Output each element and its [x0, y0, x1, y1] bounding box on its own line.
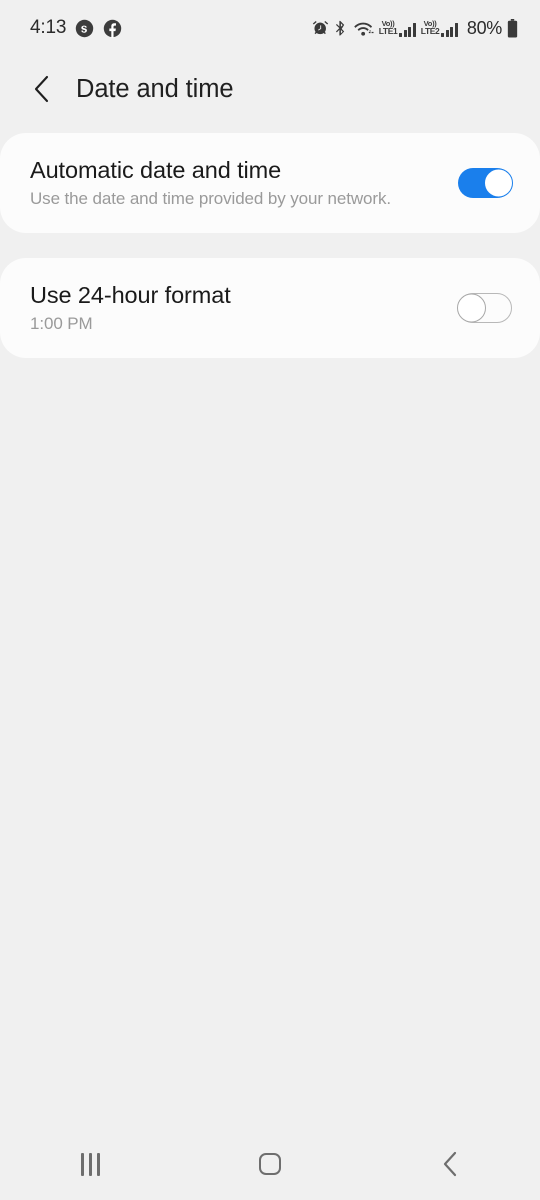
battery-percentage: 80% [466, 17, 502, 38]
sim2-volte-label: Vo)) LTE2 [420, 18, 440, 36]
page-header: Date and time [0, 56, 540, 122]
setting-title: Automatic date and time [30, 156, 282, 183]
setting-text-group: Use 24-hour format 1:00 PM [30, 266, 231, 350]
sim2-signal-indicator: Vo)) LTE2 [420, 18, 458, 37]
status-bar-right: Vo)) LTE1 Vo)) LTE2 80% [312, 18, 518, 39]
status-bar-left: 4:13 [30, 17, 122, 39]
home-glyph [259, 1153, 281, 1175]
setting-subtitle: 1:00 PM [30, 313, 93, 333]
wifi-calling-icon [353, 20, 374, 37]
back-chevron-icon[interactable] [28, 74, 54, 104]
home-icon[interactable] [230, 1138, 310, 1190]
toggle-use-24-hour-format[interactable] [457, 293, 512, 323]
skype-icon [75, 19, 94, 38]
setting-subtitle: Use the date and time provided by your n… [30, 188, 391, 208]
sim1-signal-indicator: Vo)) LTE1 [378, 18, 416, 37]
page-title: Date and time [76, 74, 234, 103]
system-navigation-bar [0, 1128, 540, 1200]
status-bar: 4:13 Vo)) LTE1 Vo)) LTE2 80% [0, 0, 540, 56]
settings-list: Automatic date and time Use the date and… [0, 122, 540, 358]
setting-row-automatic-date-and-time[interactable]: Automatic date and time Use the date and… [0, 133, 540, 233]
facebook-icon [103, 19, 122, 38]
sim1-signal-bars [399, 22, 416, 37]
sim1-volte-label: Vo)) LTE1 [378, 18, 398, 36]
toggle-knob [484, 168, 513, 198]
toggle-knob [457, 293, 486, 323]
back-icon[interactable] [410, 1138, 490, 1190]
battery-icon [507, 18, 518, 38]
setting-title: Use 24-hour format [30, 281, 231, 308]
setting-text-group: Automatic date and time Use the date and… [30, 141, 391, 225]
bluetooth-icon [334, 20, 349, 37]
setting-row-use-24-hour-format[interactable]: Use 24-hour format 1:00 PM [0, 258, 540, 358]
recents-icon[interactable] [50, 1138, 130, 1190]
recents-glyph [80, 1152, 100, 1176]
toggle-automatic-date-and-time[interactable] [458, 168, 513, 198]
status-clock: 4:13 [30, 17, 67, 38]
alarm-icon [312, 20, 329, 37]
sim2-signal-bars [441, 22, 458, 37]
